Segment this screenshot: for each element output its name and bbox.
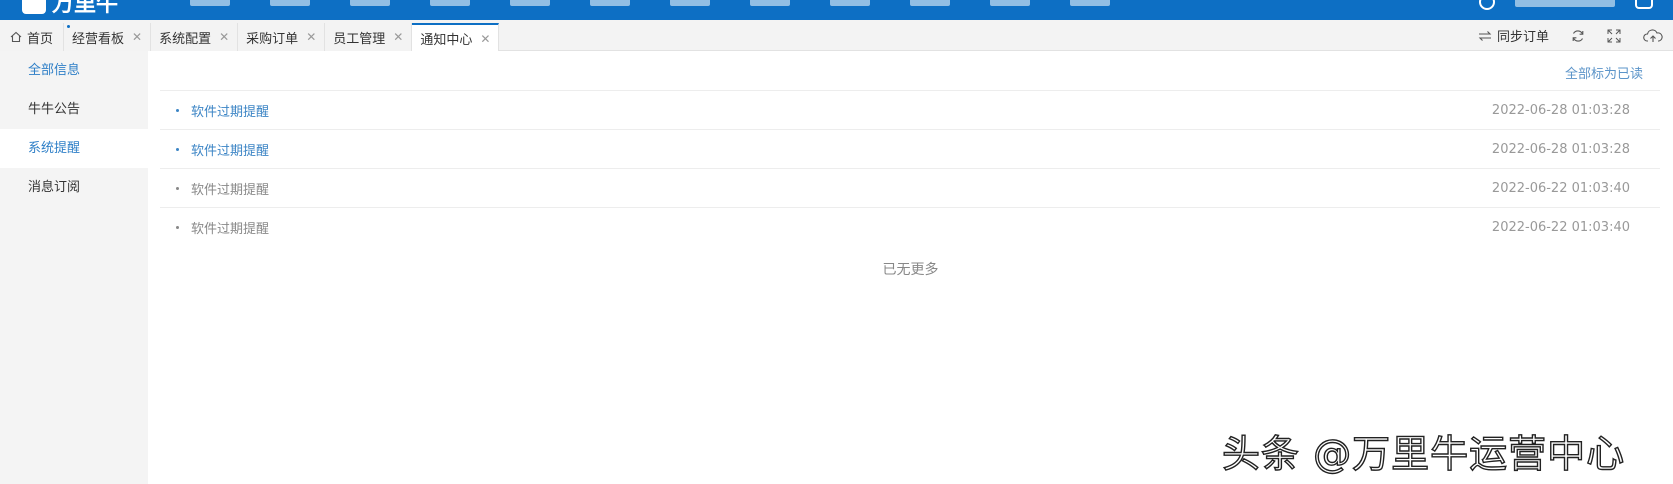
logo-mark-icon — [22, 0, 46, 14]
notification-list: 软件过期提醒 2022-06-28 01:03:28 软件过期提醒 2022-0… — [160, 90, 1660, 246]
tab-list: 首页 经营看板 ✕ 系统配置 ✕ 采购订单 ✕ 员工管理 ✕ 通知中心 ✕ — [0, 23, 500, 52]
sync-orders-button[interactable]: 同步订单 — [1478, 26, 1549, 45]
notification-sidebar: 全部信息 牛牛公告 系统提醒 消息订阅 — [0, 51, 148, 484]
notification-time: 2022-06-28 01:03:28 — [1491, 141, 1630, 157]
message-icon[interactable] — [1635, 0, 1653, 9]
sync-icon — [1478, 30, 1492, 41]
notification-title: 软件过期提醒 — [191, 104, 270, 120]
sidebar-item-label: 全部信息 — [28, 63, 81, 78]
top-nav-item[interactable] — [350, 0, 390, 10]
notification-row[interactable]: 软件过期提醒 2022-06-28 01:03:28 — [160, 129, 1660, 168]
top-nav-item[interactable] — [910, 0, 950, 10]
notification-title-wrap: 软件过期提醒 — [176, 101, 269, 120]
notification-row[interactable]: 软件过期提醒 2022-06-28 01:03:28 — [160, 90, 1660, 129]
top-nav-item[interactable] — [510, 0, 550, 10]
refresh-button[interactable] — [1571, 29, 1585, 43]
cloud-upload-icon — [1643, 28, 1663, 42]
notification-title-wrap: 软件过期提醒 — [176, 140, 269, 159]
notification-title: 软件过期提醒 — [191, 182, 270, 198]
close-icon[interactable]: ✕ — [393, 30, 403, 44]
tab-dashboard[interactable]: 经营看板 ✕ — [64, 23, 152, 51]
tab-bar: 首页 经营看板 ✕ 系统配置 ✕ 采购订单 ✕ 员工管理 ✕ 通知中心 ✕ 同步… — [0, 20, 1673, 52]
close-icon[interactable]: ✕ — [306, 30, 316, 44]
no-more-text: 已无更多 — [882, 262, 939, 278]
tab-notification-center[interactable]: 通知中心 ✕ — [412, 23, 500, 52]
sidebar-item-system-reminders[interactable]: 系统提醒 — [0, 129, 148, 168]
notification-title-wrap: 软件过期提醒 — [176, 218, 269, 237]
top-nav-item[interactable] — [830, 0, 870, 10]
top-nav-item[interactable] — [670, 0, 710, 10]
notification-main: 全部标为已读 软件过期提醒 2022-06-28 01:03:28 软件过期提醒… — [148, 51, 1673, 484]
bullet-icon — [176, 147, 179, 151]
top-nav-item[interactable] — [430, 0, 470, 10]
fullscreen-icon — [1607, 29, 1621, 42]
tab-label: 经营看板 — [72, 31, 125, 47]
tab-system-config[interactable]: 系统配置 ✕ — [151, 23, 239, 51]
notification-title: 软件过期提醒 — [191, 221, 270, 237]
top-nav-item[interactable] — [750, 0, 790, 10]
cloud-upload-button[interactable] — [1643, 28, 1663, 43]
notification-title: 软件过期提醒 — [191, 143, 270, 159]
top-nav-item[interactable] — [590, 0, 630, 10]
mark-all-read-button[interactable]: 全部标为已读 — [1565, 63, 1643, 82]
top-nav-menu — [190, 0, 1110, 10]
user-avatar-icon[interactable] — [1479, 0, 1495, 10]
sidebar-item-announcements[interactable]: 牛牛公告 — [0, 90, 148, 129]
notification-time: 2022-06-22 01:03:40 — [1491, 180, 1630, 196]
notification-row[interactable]: 软件过期提醒 2022-06-22 01:03:40 — [160, 168, 1660, 207]
bullet-icon — [176, 186, 179, 190]
tab-label: 采购订单 — [246, 31, 299, 47]
sidebar-item-subscriptions[interactable]: 消息订阅 — [0, 168, 148, 207]
refresh-icon — [1572, 29, 1584, 42]
bullet-icon — [176, 225, 179, 229]
top-user-area — [1479, 0, 1653, 10]
app-logo[interactable]: 万里牛 — [22, 0, 119, 17]
close-icon[interactable]: ✕ — [480, 32, 490, 46]
user-account-text[interactable] — [1515, 0, 1615, 7]
top-nav-item[interactable] — [1070, 0, 1110, 10]
tab-label: 首页 — [27, 31, 54, 47]
sidebar-item-label: 牛牛公告 — [28, 102, 81, 117]
tab-home[interactable]: 首页 — [0, 23, 65, 51]
notification-row[interactable]: 软件过期提醒 2022-06-22 01:03:40 — [160, 207, 1660, 246]
tab-staff-management[interactable]: 员工管理 ✕ — [325, 23, 413, 51]
tab-label: 员工管理 — [333, 31, 386, 47]
top-nav-item[interactable] — [190, 0, 230, 10]
sidebar-item-label: 消息订阅 — [28, 180, 81, 195]
sidebar-item-label: 系统提醒 — [28, 141, 81, 156]
tab-purchase-orders[interactable]: 采购订单 ✕ — [238, 23, 326, 51]
top-navigation-bar: 万里牛 — [0, 0, 1673, 20]
notification-title-wrap: 软件过期提醒 — [176, 179, 269, 198]
fullscreen-button[interactable] — [1607, 29, 1621, 43]
tab-indicator-dot — [67, 25, 71, 28]
close-icon[interactable]: ✕ — [132, 30, 142, 44]
tab-label: 系统配置 — [159, 31, 212, 47]
tab-toolbar: 同步订单 — [1478, 20, 1663, 51]
notification-time: 2022-06-22 01:03:40 — [1491, 219, 1630, 235]
close-icon[interactable]: ✕ — [219, 30, 229, 44]
home-icon — [10, 31, 22, 43]
sync-orders-label: 同步订单 — [1496, 30, 1549, 45]
watermark-text: 头条 @万里牛运营中心 — [1221, 431, 1626, 476]
logo-text: 万里牛 — [52, 0, 119, 17]
sidebar-item-all[interactable]: 全部信息 — [0, 51, 148, 90]
top-nav-item[interactable] — [990, 0, 1030, 10]
bullet-icon — [176, 108, 179, 112]
top-nav-item[interactable] — [270, 0, 310, 10]
tab-label: 通知中心 — [420, 33, 473, 48]
notification-time: 2022-06-28 01:03:28 — [1491, 102, 1630, 118]
